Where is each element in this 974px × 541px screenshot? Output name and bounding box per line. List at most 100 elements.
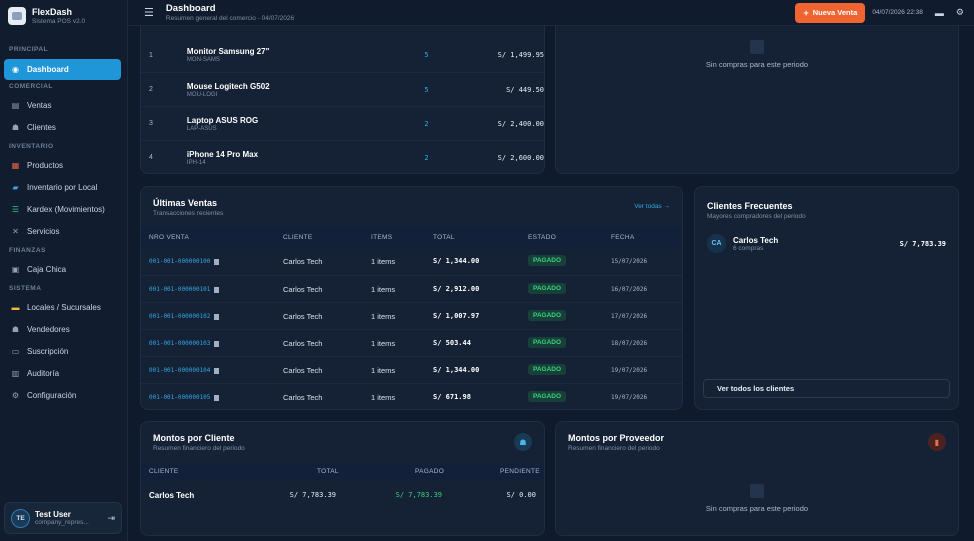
- logout-icon[interactable]: ⇥: [107, 513, 115, 524]
- client-name: Carlos Tech: [149, 491, 195, 500]
- sidebar-item-label: Auditoría: [27, 369, 60, 378]
- product-code: MON-SAMS: [186, 57, 220, 63]
- view-all-clients-button[interactable]: Ver todos los clientes: [703, 379, 950, 398]
- sidebar-item-servicios[interactable]: ✕ Servicios: [4, 221, 121, 242]
- brand-subtitle: Sistema POS v2.0: [32, 18, 86, 25]
- sidebar-item-productos[interactable]: ▦ Productos: [4, 155, 121, 176]
- column-header: FECHA: [611, 234, 635, 241]
- sidebar-item-configuracion[interactable]: ⚙ Configuración: [4, 385, 121, 406]
- product-name: Monitor Samsung 27": [186, 47, 270, 56]
- product-qty: 5: [424, 51, 429, 59]
- sale-client: Carlos Tech: [283, 366, 323, 375]
- product-qty: 2: [424, 119, 429, 128]
- sidebar-item-label: Dashboard: [27, 65, 69, 74]
- column-header: NRO VENTA: [149, 234, 190, 241]
- sale-number: 001-001-000000101: [149, 286, 211, 293]
- sidebar-item-inventario-local[interactable]: ▰ Inventario por Local: [4, 177, 121, 198]
- brand-name: FlexDash: [32, 7, 73, 17]
- sale-number-link[interactable]: 001-001-000000102: [149, 313, 220, 320]
- gear-icon[interactable]: ⚙: [956, 7, 964, 18]
- frequent-clients-card: Clientes Frecuentes Mayores compradores …: [694, 186, 959, 410]
- card-title: Montos por Proveedor: [568, 433, 665, 443]
- product-name-cell: Laptop ASUS ROG LAP-ASUS: [187, 116, 424, 132]
- sidebar-item-clientes[interactable]: ☗ Clientes: [4, 117, 121, 138]
- sale-number-link[interactable]: 001-001-000000104: [149, 367, 220, 374]
- sale-date: 18/07/2026: [611, 340, 648, 347]
- menu-toggle-icon[interactable]: ☰: [144, 6, 154, 19]
- table-row[interactable]: 001-001-000000102 Carlos Tech 1 items S/ 1,…: [141, 302, 682, 329]
- user-card[interactable]: TE Test User company_repres... ⇥: [4, 502, 122, 534]
- sidebar-item-label: Suscripción: [27, 347, 69, 356]
- sale-total: S/ 1,344.00: [433, 366, 480, 374]
- column-header: TOTAL: [433, 234, 455, 241]
- calculator-icon[interactable]: ▬: [935, 8, 944, 18]
- table-row[interactable]: 001-001-000000103 Carlos Tech 1 items S/ 50…: [141, 329, 682, 356]
- sale-total: S/ 1,344.00: [433, 257, 480, 265]
- table-row[interactable]: 4 iPhone 14 Pro Max IPH-14 2 S/ 2,600.00: [141, 140, 544, 173]
- table-row[interactable]: 001-001-000000101 Carlos Tech 1 items S/ 2,…: [141, 275, 682, 302]
- status-badge: PAGADO: [528, 255, 567, 266]
- product-name: Mouse Logitech G502: [186, 81, 270, 91]
- table-row[interactable]: 001-001-000000104 Carlos Tech 1 items S/ 1,…: [141, 356, 682, 383]
- empty-state: Sin compras para este periodo: [556, 484, 958, 513]
- card-subtitle: Transacciones recientes: [153, 210, 224, 217]
- sale-number: 001-001-000000103: [149, 340, 211, 347]
- sale-client: Carlos Tech: [283, 339, 323, 348]
- client-total: S/ 7,783.39: [289, 491, 336, 499]
- table-row[interactable]: 1 Monitor Samsung 27" MON-SAMS 5 S/ 1,49…: [141, 38, 544, 72]
- product-rank: 4: [149, 154, 153, 161]
- avatar: TE: [11, 508, 30, 528]
- sale-number-link[interactable]: 001-001-000000105: [149, 394, 220, 401]
- sidebar-item-dashboard[interactable]: ◉ Dashboard: [4, 59, 121, 80]
- sidebar-item-label: Vendedores: [27, 325, 70, 334]
- product-qty: 5: [424, 85, 429, 94]
- list-item[interactable]: CA Carlos Tech 6 compras S/ 7,783.39: [707, 234, 946, 253]
- product-rank: 3: [149, 120, 153, 127]
- sale-items: 1 items: [371, 339, 396, 348]
- sidebar-item-label: Productos: [27, 161, 64, 170]
- sidebar-item-label: Clientes: [27, 123, 56, 132]
- sidebar-item-locales[interactable]: ▬ Locales / Sucursales: [4, 297, 121, 318]
- product-name: Laptop ASUS ROG: [186, 115, 259, 125]
- product-amount: S/ 1,499.95: [497, 51, 544, 59]
- sale-number-link[interactable]: 001-001-000000103: [149, 340, 220, 347]
- sidebar-item-vendedores[interactable]: ☗ Vendedores: [4, 319, 121, 340]
- sale-total: S/ 671.98: [433, 393, 471, 401]
- table-header: NRO VENTA CLIENTE ITEMS TOTAL ESTADO FEC…: [141, 228, 682, 248]
- document-icon: [214, 313, 220, 320]
- table-row[interactable]: 001-001-000000105 Carlos Tech 1 items S/ 67…: [141, 383, 682, 409]
- table-row[interactable]: 3 Laptop ASUS ROG LAP-ASUS 2 S/ 2,400.00: [141, 106, 544, 140]
- column-header: TOTAL: [317, 468, 339, 475]
- view-all-sales-link[interactable]: Ver todas →: [634, 203, 670, 210]
- table-row[interactable]: 001-001-000000100 Carlos Tech 1 items S/ 1,…: [141, 248, 682, 275]
- section-finanzas: FINANZAS: [9, 247, 46, 254]
- brand[interactable]: FlexDash Sistema POS v2.0: [0, 0, 127, 32]
- card-title: Últimas Ventas: [153, 198, 218, 208]
- sidebar-item-ventas[interactable]: ▤ Ventas: [4, 95, 121, 116]
- sale-number-link[interactable]: 001-001-000000101: [149, 286, 220, 293]
- section-principal: PRINCIPAL: [9, 46, 49, 53]
- client-name: Carlos Tech: [733, 235, 779, 245]
- sale-items: 1 items: [371, 285, 396, 294]
- table-row[interactable]: 2 Mouse Logitech G502 MOU-LOGI 5 S/ 449.…: [141, 72, 544, 106]
- product-amount: S/ 449.50: [506, 85, 544, 94]
- new-sale-button[interactable]: + Nueva Venta: [795, 2, 866, 23]
- sidebar-item-caja-chica[interactable]: ▣ Caja Chica: [4, 259, 121, 280]
- sale-client: Carlos Tech: [283, 285, 323, 294]
- dashboard-icon: ◉: [12, 65, 19, 74]
- sale-number-link[interactable]: 001-001-000000100: [149, 258, 220, 265]
- sidebar-item-kardex[interactable]: ☰ Kardex (Movimientos): [4, 199, 121, 220]
- sidebar-item-auditoria[interactable]: ▥ Auditoría: [4, 363, 121, 384]
- sidebar-item-label: Configuración: [27, 391, 77, 400]
- column-header: CLIENTE: [149, 468, 179, 475]
- sidebar-item-suscripcion[interactable]: ▭ Suscripción: [4, 341, 121, 362]
- sidebar: FlexDash Sistema POS v2.0 PRINCIPAL ◉ Da…: [0, 0, 128, 541]
- status-badge: PAGADO: [528, 337, 567, 348]
- latest-sales-card: Últimas Ventas Transacciones recientes V…: [140, 186, 683, 410]
- plus-icon: +: [803, 7, 809, 18]
- section-inventario: INVENTARIO: [9, 143, 54, 150]
- brand-logo-icon: [8, 7, 26, 25]
- table-header: CLIENTE TOTAL PAGADO PENDIENTE: [141, 463, 544, 481]
- new-sale-label: Nueva Venta: [812, 8, 858, 17]
- table-row[interactable]: Carlos Tech S/ 7,783.39 S/ 7,783.39 S/ 0…: [141, 482, 544, 508]
